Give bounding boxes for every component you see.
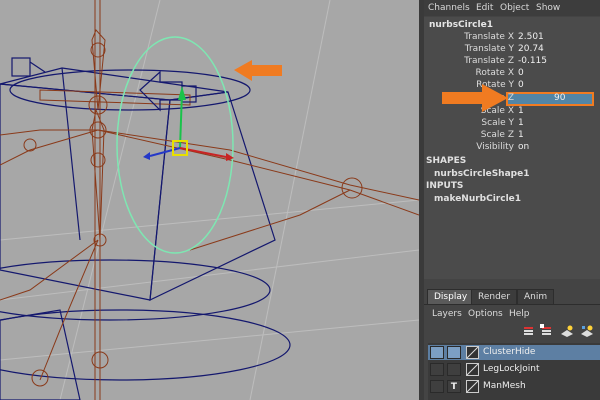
- attr-value[interactable]: 2.501: [518, 32, 544, 42]
- grid-lines: [0, 0, 419, 400]
- input-node-name[interactable]: makeNurbCircle1: [434, 194, 521, 204]
- attr-name: Translate Y: [464, 44, 514, 54]
- playback-toggle[interactable]: T: [447, 380, 461, 393]
- visibility-toggle[interactable]: [430, 380, 444, 393]
- layer-list: ClusterHide LegLockJoint T ManMesh: [428, 343, 600, 400]
- menu-help[interactable]: Help: [509, 309, 530, 319]
- layer-color-swatch[interactable]: [466, 346, 479, 359]
- attr-name: Scale Y: [481, 118, 514, 128]
- tab-divider: [424, 304, 600, 305]
- menu-channels[interactable]: Channels: [428, 3, 470, 13]
- layer-row-leg-lock-joint[interactable]: LegLockJoint: [428, 362, 600, 377]
- move-layer-up-icon[interactable]: [560, 324, 574, 339]
- attr-value[interactable]: on: [518, 142, 529, 152]
- node-name[interactable]: nurbsCircle1: [429, 20, 493, 30]
- visibility-toggle[interactable]: [430, 363, 444, 376]
- layer-name[interactable]: ClusterHide: [483, 347, 535, 357]
- menu-layers[interactable]: Layers: [432, 309, 462, 319]
- playback-toggle[interactable]: [447, 363, 461, 376]
- layer-color-swatch[interactable]: [466, 380, 479, 393]
- layer-color-swatch[interactable]: [466, 363, 479, 376]
- attr-value[interactable]: -0.115: [518, 56, 547, 66]
- new-empty-layer-icon[interactable]: [522, 324, 536, 339]
- attr-row-scale-z[interactable]: Scale Z 1: [424, 130, 600, 142]
- inputs-header: INPUTS: [426, 181, 464, 191]
- callout-arrow-viewport: [234, 60, 282, 81]
- viewport-scene: [0, 0, 419, 400]
- tab-render[interactable]: Render: [471, 289, 518, 304]
- attr-value[interactable]: 20.74: [518, 44, 544, 54]
- attr-name: Translate X: [464, 32, 514, 42]
- attr-value[interactable]: 1: [518, 106, 524, 116]
- attr-name: Rotate X: [475, 68, 515, 78]
- tab-display[interactable]: Display: [427, 289, 475, 304]
- torso-wireframe: [0, 57, 291, 400]
- right-panel: Channels Edit Object Show nurbsCircle1 T…: [424, 0, 600, 400]
- playback-toggle[interactable]: [447, 346, 461, 359]
- channel-box-menubar: Channels Edit Object Show: [424, 0, 600, 16]
- layer-name[interactable]: ManMesh: [483, 381, 526, 391]
- menu-edit[interactable]: Edit: [476, 3, 493, 13]
- nurbs-circle-selected[interactable]: [116, 36, 234, 254]
- menu-show[interactable]: Show: [536, 3, 560, 13]
- layer-editor: Display Render Anim Layers Options Help …: [424, 285, 600, 400]
- new-layer-from-selected-icon[interactable]: [540, 324, 554, 339]
- attr-row-translate-z[interactable]: Translate Z -0.115: [424, 56, 600, 68]
- attr-value[interactable]: 0: [518, 80, 524, 90]
- move-layer-down-icon[interactable]: [580, 324, 594, 339]
- attr-row-scale-y[interactable]: Scale Y 1: [424, 118, 600, 130]
- menu-options[interactable]: Options: [468, 309, 503, 319]
- attr-value[interactable]: 1: [518, 118, 524, 128]
- menu-object[interactable]: Object: [500, 3, 529, 13]
- attr-value[interactable]: 1: [518, 130, 524, 140]
- layer-row-cluster-hide[interactable]: ClusterHide: [428, 345, 600, 360]
- layer-row-man-mesh[interactable]: T ManMesh: [428, 379, 600, 394]
- attr-value[interactable]: 90: [554, 93, 565, 103]
- attr-row-translate-x[interactable]: Translate X 2.501: [424, 32, 600, 44]
- attr-name: Translate Z: [464, 56, 514, 66]
- attr-name: Scale Z: [480, 130, 514, 140]
- attr-row-translate-y[interactable]: Translate Y 20.74: [424, 44, 600, 56]
- shapes-header: SHAPES: [426, 156, 467, 166]
- shape-node-name[interactable]: nurbsCircleShape1: [434, 169, 529, 179]
- channel-box: nurbsCircle1 Translate X 2.501 Translate…: [424, 17, 600, 279]
- callout-arrow-channel-box: [442, 84, 508, 112]
- visibility-toggle[interactable]: [430, 346, 444, 359]
- attr-name: Visibility: [476, 142, 514, 152]
- tab-anim[interactable]: Anim: [517, 289, 555, 304]
- attr-value[interactable]: 0: [518, 68, 524, 78]
- viewport-3d[interactable]: [0, 0, 419, 400]
- layer-name[interactable]: LegLockJoint: [483, 364, 540, 374]
- attr-row-visibility[interactable]: Visibility on: [424, 142, 600, 154]
- attr-row-rotate-x[interactable]: Rotate X 0: [424, 68, 600, 80]
